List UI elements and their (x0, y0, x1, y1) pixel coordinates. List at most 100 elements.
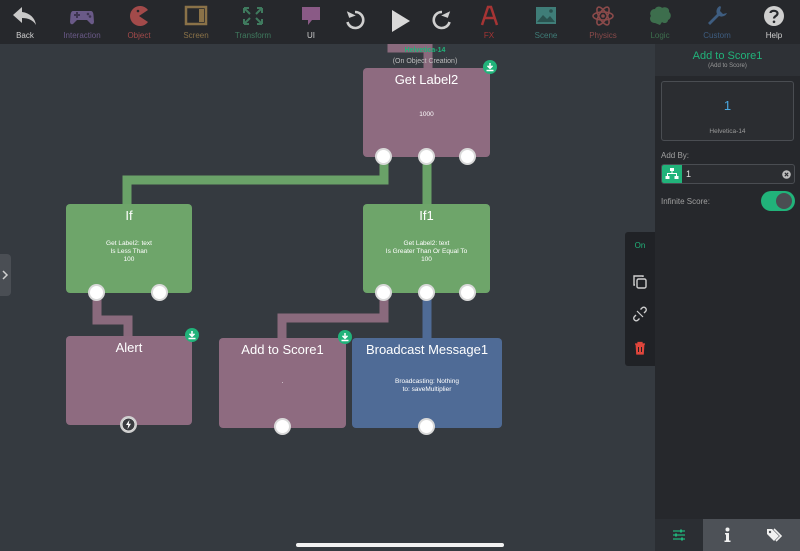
transform-label: Transform (234, 31, 272, 40)
left-panel-handle[interactable] (0, 254, 11, 296)
screen-label: Screen (183, 31, 209, 40)
chevron-right-icon (2, 270, 9, 280)
node-get-label2-title: Get Label2 (394, 72, 459, 87)
help-button[interactable]: Help (744, 2, 800, 44)
inspector-panel: Add to Score1 (Add to Score) 1 Helvetica… (655, 44, 800, 551)
node-broadcast-title: Broadcast Message1 (365, 342, 489, 357)
trigger-object-label: Helvetica-14 (404, 47, 446, 54)
node-if1[interactable]: If1 Get Label2: text Is Greater Than Or … (363, 204, 490, 301)
gamepad-icon (70, 11, 94, 25)
fx-letter-icon (480, 5, 499, 26)
node-if1-title: If1 (419, 208, 434, 223)
preview-value: 1 (723, 98, 732, 113)
undo-icon (346, 10, 365, 30)
logic-canvas[interactable]: Helvetica-14 (On Object Creation) Get La… (0, 44, 655, 551)
toggle-knob (776, 193, 792, 209)
landscape-image-icon (536, 7, 556, 24)
port-out[interactable] (459, 284, 476, 301)
port-out[interactable] (151, 284, 168, 301)
info-icon (724, 527, 731, 542)
node-if-title: If (125, 208, 133, 223)
inspector-subtitle: (Add to Score) (708, 63, 747, 69)
toggle-on-button[interactable]: On (625, 241, 655, 250)
physics-label: Physics (589, 31, 617, 40)
node-get-label2[interactable]: Get Label2 1000 (363, 68, 490, 165)
tab-tags[interactable] (752, 519, 800, 551)
port-out[interactable] (375, 284, 392, 301)
node-add-to-score-desc: . (281, 378, 284, 385)
wrench-icon (708, 6, 727, 25)
transform-tab[interactable]: Transform (223, 2, 283, 44)
lightning-icon (122, 418, 135, 431)
logic-label: Logic (650, 31, 670, 40)
add-by-label: Add By: (661, 151, 690, 160)
logic-tab[interactable]: Logic (630, 2, 690, 44)
scene-tab[interactable]: Scene (516, 2, 576, 44)
infinite-score-toggle[interactable] (761, 191, 795, 211)
label-preview-box[interactable]: 1 Helvetica-14 (661, 81, 794, 141)
link-if-to-alert (92, 293, 133, 340)
tags-icon (767, 528, 783, 542)
port-out[interactable] (120, 416, 137, 433)
interaction-label: Interaction (63, 31, 101, 40)
node-get-label2-desc: 1000 (419, 111, 434, 118)
unlink-icon[interactable] (632, 306, 648, 322)
home-indicator (296, 543, 504, 547)
object-tab[interactable]: Object (109, 2, 169, 44)
node-if1-desc: Get Label2: text Is Greater Than Or Equa… (385, 240, 468, 264)
tab-info[interactable] (703, 519, 752, 551)
link-if1-to-addscore (277, 293, 389, 340)
top-toolbar: Back Interaction Object Screen Transform… (0, 0, 800, 44)
play-icon (392, 10, 410, 32)
port-out[interactable] (418, 418, 435, 435)
redo-icon (432, 10, 451, 30)
speech-bubble-icon (302, 7, 320, 25)
help-label: Help (765, 31, 783, 40)
app-window: Back Interaction Object Screen Transform… (0, 0, 800, 551)
preview-font: Helvetica-14 (709, 128, 746, 135)
clear-icon[interactable] (782, 170, 791, 179)
node-if-desc: Get Label2: text Is Less Than 100 (106, 240, 152, 264)
node-add-to-score[interactable]: Add to Score1 . (219, 338, 346, 435)
port-out[interactable] (418, 148, 435, 165)
port-out[interactable] (459, 148, 476, 165)
atom-icon (592, 6, 614, 26)
back-button[interactable]: Back (0, 2, 55, 44)
hierarchy-icon[interactable] (662, 165, 682, 183)
port-out[interactable] (274, 418, 291, 435)
duplicate-icon[interactable] (632, 274, 648, 290)
trash-icon[interactable] (632, 340, 648, 356)
node-action-strip: On (625, 232, 655, 366)
port-out[interactable] (375, 148, 392, 165)
add-by-value[interactable]: 1 (686, 169, 691, 179)
object-label: Object (127, 31, 151, 40)
interaction-tab[interactable]: Interaction (52, 2, 112, 44)
download-badge-icon[interactable] (338, 330, 352, 344)
screen-tab[interactable]: Screen (166, 2, 226, 44)
custom-tab[interactable]: Custom (687, 2, 747, 44)
add-by-field[interactable]: 1 (661, 164, 795, 184)
fx-label: FX (483, 31, 495, 40)
node-broadcast-desc: Broadcasting: Nothing to: saveMultiplier (395, 378, 459, 394)
sliders-icon (673, 529, 685, 541)
download-badge-icon[interactable] (483, 60, 497, 74)
tab-properties[interactable] (655, 519, 703, 551)
custom-label: Custom (703, 31, 731, 40)
expand-arrows-icon (243, 7, 263, 25)
screen-icon (184, 5, 208, 26)
brain-icon (650, 6, 671, 25)
node-broadcast-message[interactable]: Broadcast Message1 Broadcasting: Nothing… (352, 338, 502, 435)
pacman-icon (130, 5, 148, 26)
link-getlabel2-to-if (122, 157, 389, 206)
fx-tab[interactable]: FX (459, 2, 519, 44)
node-alert[interactable]: Alert (66, 336, 192, 433)
port-out[interactable] (88, 284, 105, 301)
physics-tab[interactable]: Physics (573, 2, 633, 44)
port-out[interactable] (418, 284, 435, 301)
trigger-event-label: (On Object Creation) (392, 58, 458, 65)
back-arrow-icon (13, 7, 36, 25)
help-icon (764, 6, 784, 26)
back-label: Back (16, 31, 34, 40)
download-badge-icon[interactable] (185, 328, 199, 342)
node-if[interactable]: If Get Label2: text Is Less Than 100 (66, 204, 192, 301)
